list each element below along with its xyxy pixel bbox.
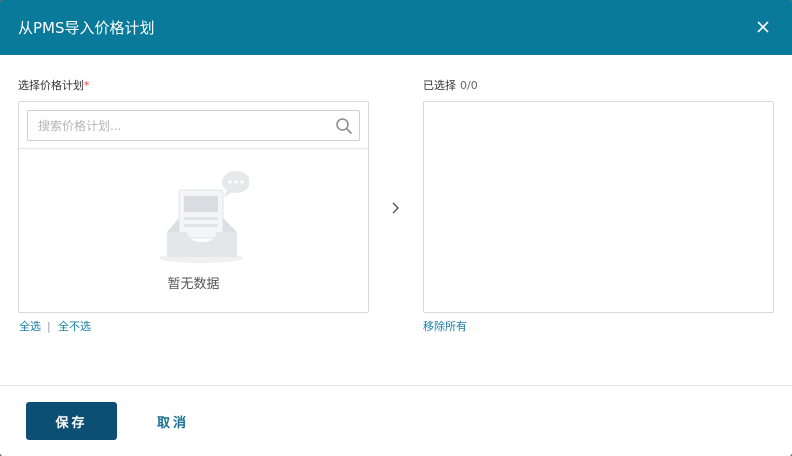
required-mark: * <box>84 79 90 92</box>
close-icon <box>757 21 769 33</box>
empty-state-text: 暂无数据 <box>167 277 220 292</box>
available-plans-label: 选择价格计划* <box>18 79 90 93</box>
cancel-button[interactable]: 取消 <box>142 402 204 440</box>
footer-divider <box>0 385 792 386</box>
list-divider <box>19 148 368 149</box>
available-plans-label-text: 选择价格计划 <box>18 79 84 92</box>
import-rate-plan-dialog: 从PMS导入价格计划 选择价格计划* 已选择 0/0 搜索价格计划... 暂无数… <box>0 0 792 456</box>
available-plans-list: 暂无数据 <box>18 101 369 313</box>
search-input[interactable] <box>28 111 328 140</box>
link-separator: | <box>47 320 51 333</box>
selected-plans-list <box>423 101 774 313</box>
remove-all-link[interactable]: 移除所有 <box>423 320 467 334</box>
selected-plans-label-text: 已选择 <box>423 79 456 92</box>
search-icon[interactable] <box>335 117 353 135</box>
deselect-all-link[interactable]: 全不选 <box>58 320 91 334</box>
select-all-link[interactable]: 全选 <box>19 320 41 334</box>
search-box <box>27 110 360 141</box>
selected-count: 0/0 <box>460 79 478 92</box>
save-button[interactable]: 保存 <box>26 402 117 440</box>
empty-inbox-icon <box>159 171 249 263</box>
selected-plans-label: 已选择 0/0 <box>423 79 478 93</box>
move-right-button[interactable] <box>389 199 403 217</box>
dialog-header: 从PMS导入价格计划 <box>0 0 792 55</box>
dialog-title: 从PMS导入价格计划 <box>18 19 155 37</box>
close-button[interactable] <box>752 16 774 38</box>
chevron-right-icon <box>392 202 399 214</box>
